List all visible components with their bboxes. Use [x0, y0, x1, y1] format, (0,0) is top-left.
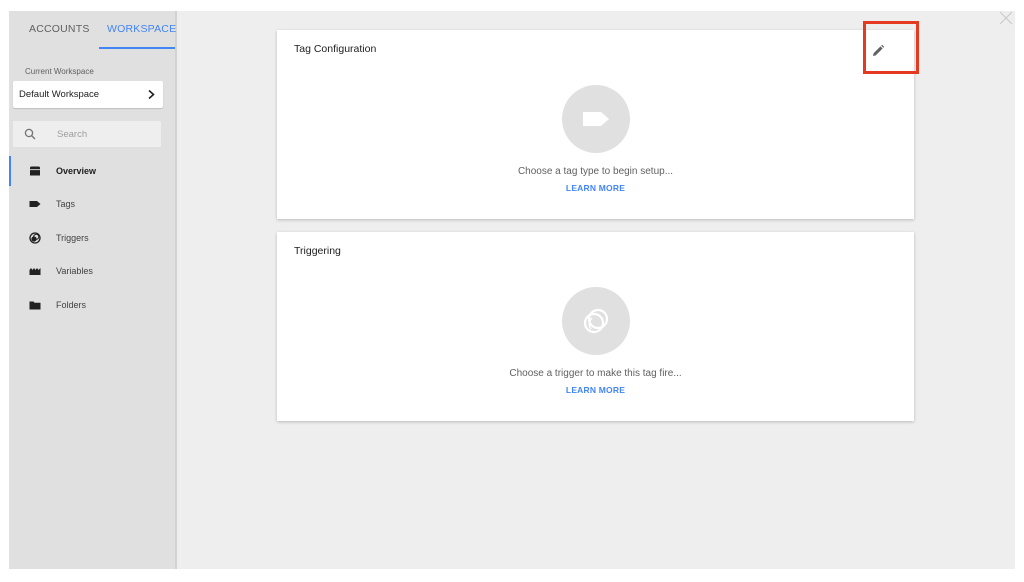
edit-button-highlight — [863, 21, 919, 74]
tag-icon — [583, 112, 609, 126]
sidebar-item-label: Folders — [56, 300, 87, 310]
overview-icon — [30, 166, 40, 176]
search-box[interactable]: Search — [13, 121, 161, 147]
sidebar-item-label: Tags — [56, 199, 76, 209]
sidebar-item-label: Overview — [56, 166, 97, 176]
current-workspace-label: Current Workspace — [25, 67, 94, 76]
learn-more-link[interactable]: LEARN MORE — [277, 385, 914, 395]
variables-icon — [29, 268, 41, 275]
app-frame: ACCOUNTS WORKSPACE Current Workspace Def… — [9, 11, 1015, 569]
workspace-name: Default Workspace — [19, 89, 100, 100]
workspace-selector[interactable]: Default Workspace — [13, 81, 163, 108]
tag-icon — [29, 201, 41, 207]
folder-icon — [29, 301, 41, 310]
chevron-right-icon — [148, 89, 155, 100]
sidebar-item-label: Variables — [56, 266, 93, 276]
trigger-icon — [29, 232, 41, 244]
search-placeholder: Search — [57, 129, 88, 140]
sidebar-item-folders[interactable]: Folders — [9, 291, 175, 319]
trigger-icon — [583, 308, 609, 334]
tab-workspace[interactable]: WORKSPACE — [107, 23, 176, 35]
triggering-card[interactable]: Triggering Choose a trigger to make this… — [277, 232, 914, 421]
trigger-prompt: Choose a trigger to make this tag fire..… — [509, 368, 682, 379]
active-tab-indicator — [99, 47, 175, 49]
search-icon — [24, 128, 36, 140]
sidebar-item-overview[interactable]: Overview — [9, 156, 175, 186]
tag-type-selector[interactable] — [562, 85, 630, 153]
card-title: Triggering — [294, 245, 341, 257]
tag-type-prompt: Choose a tag type to begin setup... — [517, 166, 674, 177]
sidebar-item-tags[interactable]: Tags — [9, 190, 175, 218]
card-title: Tag Configuration — [294, 43, 377, 55]
learn-more-link[interactable]: LEARN MORE — [277, 183, 914, 193]
sidebar-item-label: Triggers — [56, 233, 89, 243]
sidebar-tabs: ACCOUNTS WORKSPACE — [9, 11, 176, 49]
sidebar: ACCOUNTS WORKSPACE Current Workspace Def… — [9, 11, 177, 569]
sidebar-item-triggers[interactable]: Triggers — [9, 224, 175, 252]
tag-configuration-card[interactable]: Tag Configuration Choose a tag type to b… — [277, 30, 914, 219]
tab-accounts[interactable]: ACCOUNTS — [29, 23, 90, 35]
close-icon[interactable] — [999, 11, 1013, 25]
trigger-selector[interactable] — [562, 287, 630, 355]
sidebar-item-variables[interactable]: Variables — [9, 257, 175, 285]
